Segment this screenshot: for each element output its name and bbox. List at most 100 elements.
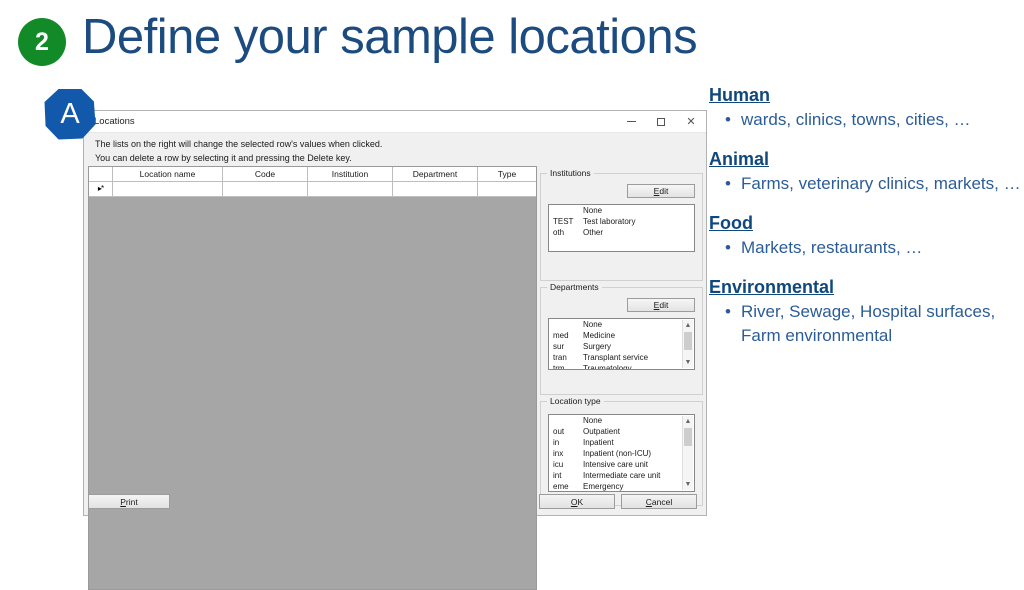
close-icon[interactable]: ✕ bbox=[676, 111, 706, 132]
close-glyph: ✕ bbox=[686, 116, 696, 128]
departments-edit-rest: dit bbox=[659, 300, 669, 310]
row-selector-cell[interactable]: ▸* bbox=[89, 182, 113, 197]
category-block-environmental: Environmental • River, Sewage, Hospital … bbox=[709, 276, 1021, 348]
instruction-line-1: The lists on the right will change the s… bbox=[95, 139, 383, 149]
category-examples: Farms, veterinary clinics, markets, … bbox=[741, 174, 1021, 193]
list-item[interactable]: in Inpatient bbox=[549, 437, 694, 448]
institutions-panel: Institutions Edit None TEST Test laborat… bbox=[540, 168, 703, 281]
item-code: inx bbox=[553, 449, 564, 458]
ok-rest: K bbox=[577, 496, 584, 507]
list-item: • wards, clinics, towns, cities, … bbox=[725, 108, 1021, 132]
cell-location-name[interactable] bbox=[113, 182, 223, 197]
item-label: None bbox=[583, 320, 603, 329]
category-heading: Environmental bbox=[709, 277, 835, 297]
scroll-up-icon[interactable]: ▲ bbox=[683, 320, 693, 331]
scroll-down-icon[interactable]: ▼ bbox=[683, 479, 693, 490]
item-code: TEST bbox=[553, 217, 574, 226]
departments-scrollbar[interactable]: ▲ ▼ bbox=[682, 320, 693, 368]
column-header-type[interactable]: Type bbox=[478, 167, 536, 182]
bullet-icon: • bbox=[725, 238, 731, 257]
cell-department[interactable] bbox=[393, 182, 478, 197]
window-titlebar[interactable]: Locations ✕ bbox=[84, 111, 706, 133]
departments-edit-button[interactable]: Edit bbox=[627, 298, 695, 312]
institutions-edit-button[interactable]: Edit bbox=[627, 184, 695, 198]
column-header-department[interactable]: Department bbox=[393, 167, 478, 182]
list-item[interactable]: tran Transplant service bbox=[549, 352, 694, 363]
list-item[interactable]: None bbox=[549, 319, 694, 330]
location-type-panel: Location type None out Outpatient in Inp… bbox=[540, 396, 703, 506]
category-block-animal: Animal • Farms, veterinary clinics, mark… bbox=[709, 148, 1021, 196]
departments-listbox[interactable]: None med Medicine sur Surgery tran Trans… bbox=[548, 318, 695, 370]
ok-button[interactable]: OK bbox=[539, 494, 615, 509]
location-type-scrollbar[interactable]: ▲ ▼ bbox=[682, 416, 693, 490]
ok-accel: O bbox=[570, 496, 578, 507]
item-code bbox=[549, 205, 583, 216]
departments-panel: Departments Edit None med Medicine sur S… bbox=[540, 282, 703, 395]
cancel-rest: ancel bbox=[651, 496, 673, 507]
column-header-selector bbox=[89, 167, 113, 182]
cell-institution[interactable] bbox=[308, 182, 393, 197]
list-item[interactable]: icu Intensive care unit bbox=[549, 459, 694, 470]
column-header-code[interactable]: Code bbox=[223, 167, 308, 182]
category-examples: Markets, restaurants, … bbox=[741, 238, 923, 257]
item-label: Inpatient bbox=[583, 438, 614, 447]
institutions-listbox[interactable]: None TEST Test laboratory oth Other bbox=[548, 204, 695, 252]
item-label: Intensive care unit bbox=[583, 460, 648, 469]
column-header-institution[interactable]: Institution bbox=[308, 167, 393, 182]
minimize-icon[interactable] bbox=[616, 111, 646, 132]
column-header-location-name[interactable]: Location name bbox=[113, 167, 223, 182]
list-item[interactable]: med Medicine bbox=[549, 330, 694, 341]
scrollbar-thumb[interactable] bbox=[684, 428, 692, 446]
item-label: Traumatology bbox=[583, 364, 632, 370]
scrollbar-thumb[interactable] bbox=[684, 332, 692, 350]
list-item[interactable]: inx Inpatient (non-ICU) bbox=[549, 448, 694, 459]
maximize-icon[interactable] bbox=[646, 111, 676, 132]
print-button[interactable]: Print bbox=[88, 494, 170, 509]
slide-header: 2 Define your sample locations bbox=[0, 0, 1024, 85]
locations-dialog-window: Locations ✕ The lists on the right will … bbox=[83, 110, 707, 590]
scroll-down-icon[interactable]: ▼ bbox=[683, 357, 693, 368]
list-item: • River, Sewage, Hospital surfaces, Farm… bbox=[725, 300, 1021, 348]
item-code: sur bbox=[553, 342, 565, 351]
list-item[interactable]: sur Surgery bbox=[549, 341, 694, 352]
list-item[interactable]: eme Emergency bbox=[549, 481, 694, 491]
item-code: tran bbox=[553, 353, 567, 362]
list-item[interactable]: None bbox=[549, 205, 694, 216]
cell-code[interactable] bbox=[223, 182, 308, 197]
callout-badge-a: A bbox=[44, 89, 96, 140]
item-code: in bbox=[553, 438, 560, 447]
bullet-icon: • bbox=[725, 174, 731, 193]
instructions-text: The lists on the right will change the s… bbox=[95, 137, 635, 165]
item-label: None bbox=[583, 416, 603, 425]
category-heading: Animal bbox=[709, 149, 770, 169]
category-examples: wards, clinics, towns, cities, … bbox=[741, 110, 971, 129]
item-label: Other bbox=[583, 228, 604, 237]
cell-type[interactable] bbox=[478, 182, 536, 197]
list-item[interactable]: None bbox=[549, 415, 694, 426]
item-label: Surgery bbox=[583, 342, 612, 351]
list-item[interactable]: oth Other bbox=[549, 227, 694, 238]
location-type-listbox[interactable]: None out Outpatient in Inpatient inx Inp… bbox=[548, 414, 695, 492]
item-label: None bbox=[583, 206, 603, 215]
list-item[interactable]: trm Traumatology bbox=[549, 363, 694, 370]
category-examples: River, Sewage, Hospital surfaces, Farm e… bbox=[741, 302, 996, 345]
item-label: Test laboratory bbox=[583, 217, 636, 226]
step-number-badge: 2 bbox=[18, 18, 66, 66]
item-code: eme bbox=[553, 482, 569, 491]
list-item[interactable]: int Intermediate care unit bbox=[549, 470, 694, 481]
new-row-indicator-icon: ▸* bbox=[97, 184, 104, 193]
institutions-panel-label: Institutions bbox=[547, 168, 594, 178]
item-code: out bbox=[553, 427, 565, 436]
item-code: trm bbox=[553, 364, 565, 370]
cancel-button[interactable]: Cancel bbox=[621, 494, 697, 509]
category-heading: Human bbox=[709, 85, 771, 105]
locations-table[interactable]: Location name Code Institution Departmen… bbox=[88, 166, 537, 590]
table-header-row: Location name Code Institution Departmen… bbox=[89, 167, 536, 182]
item-code: med bbox=[553, 331, 569, 340]
table-row[interactable]: ▸* bbox=[89, 182, 536, 197]
location-type-panel-label: Location type bbox=[547, 396, 604, 406]
list-item[interactable]: out Outpatient bbox=[549, 426, 694, 437]
list-item[interactable]: TEST Test laboratory bbox=[549, 216, 694, 227]
page-title: Define your sample locations bbox=[82, 10, 698, 64]
scroll-up-icon[interactable]: ▲ bbox=[683, 416, 693, 427]
